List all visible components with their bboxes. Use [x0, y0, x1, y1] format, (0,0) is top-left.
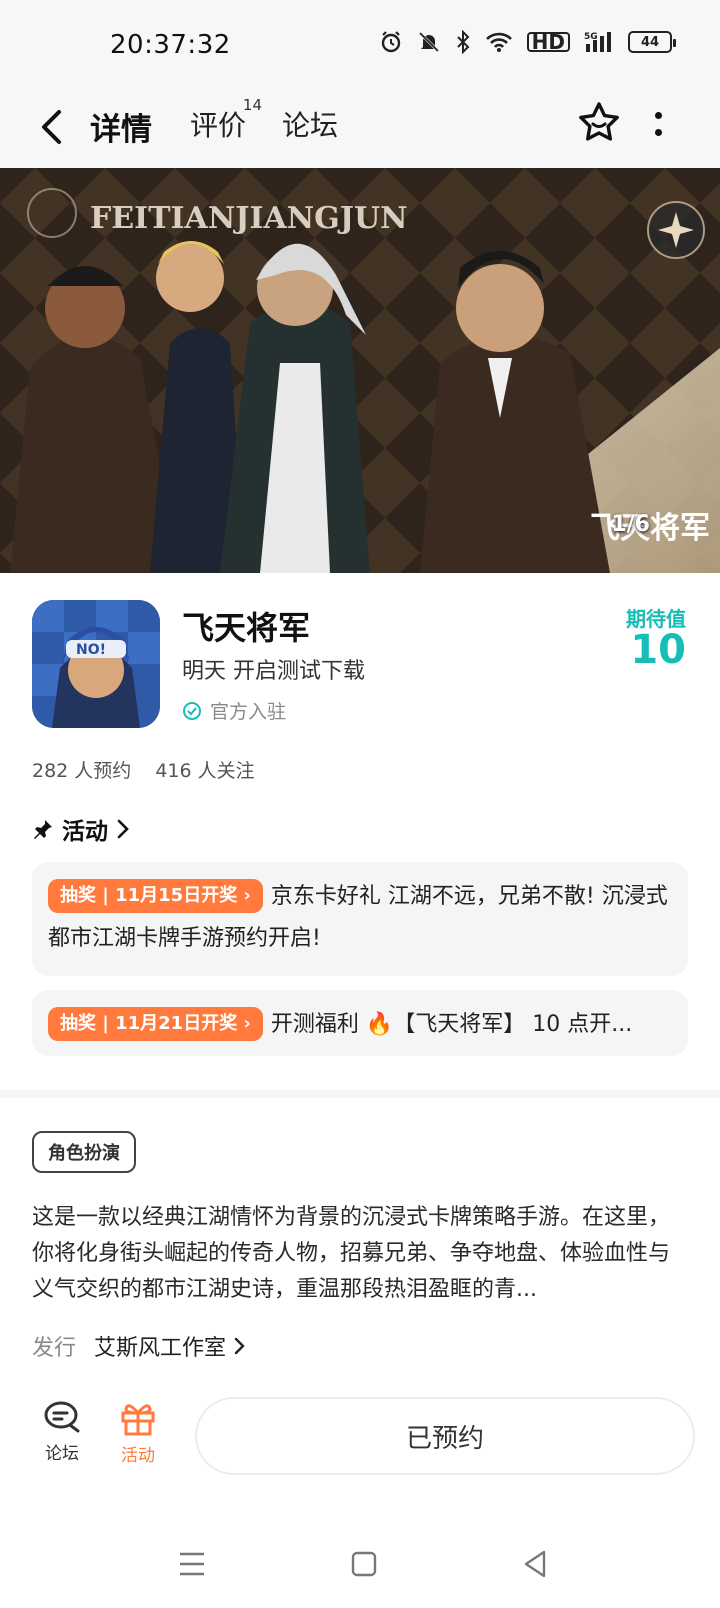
genre-tag[interactable]: 角色扮演 [32, 1131, 136, 1173]
publisher-name: 艾斯风工作室 [94, 1336, 227, 1361]
official-badge: 官方入驻 [182, 697, 286, 724]
activity-section-header[interactable]: 活动 [32, 812, 130, 846]
game-description[interactable]: 这是一款以经典江湖情怀为背景的沉浸式卡牌策略手游。在这里，你将化身街头崛起的传奇… [32, 1200, 688, 1308]
game-app-icon: NO! [32, 600, 160, 728]
chevron-right-icon [117, 819, 129, 839]
game-release-info: 明天 开启测试下载 [182, 659, 365, 684]
reservation-count: 282 人预约 [32, 760, 132, 782]
back-button[interactable] [32, 102, 72, 152]
expect-value: 10 [630, 627, 686, 673]
check-circle-icon [183, 701, 201, 720]
more-dot [654, 112, 662, 119]
activity-badge: 抽奖 | 11月15日开奖 › [48, 879, 263, 913]
pin-icon [34, 820, 52, 839]
system-nav-bar [0, 1520, 720, 1608]
activity-badge-label: 抽奖 | 11月15日开奖 [60, 885, 238, 906]
favorite-button[interactable] [576, 100, 622, 146]
bluetooth-icon [455, 30, 471, 54]
tab-detail-label: 详情 [90, 112, 152, 148]
follower-count: 416 人关注 [155, 760, 255, 782]
mute-bell-icon [417, 30, 441, 54]
chat-bubble-icon [44, 1401, 80, 1433]
game-title: 飞天将军 [182, 609, 311, 647]
activity-card[interactable]: 抽奖 | 11月21日开奖 › 开测福利 🔥【飞天将军】 10 点开... [32, 990, 688, 1056]
bottom-activity-button[interactable]: 活动 [108, 1399, 168, 1466]
section-divider [0, 1090, 720, 1098]
tab-forum-label: 论坛 [282, 109, 339, 142]
svg-text:NO!: NO! [76, 642, 106, 658]
publisher-row[interactable]: 发行 艾斯风工作室 [32, 1330, 248, 1362]
battery-indicator: 44 [628, 31, 676, 53]
more-dot [654, 129, 662, 136]
back-triangle-icon [524, 1550, 546, 1578]
gift-icon [121, 1404, 155, 1436]
official-label: 官方入驻 [210, 701, 287, 723]
system-back-button[interactable] [516, 1544, 556, 1584]
rating-count-badge: 14 [242, 96, 263, 114]
menu-icon [180, 1552, 204, 1576]
alarm-icon [379, 30, 403, 54]
tab-forum[interactable]: 论坛 [282, 104, 338, 144]
status-time: 20:37:32 [110, 30, 231, 60]
bottom-action-bar: 论坛 活动 已预约 [0, 1385, 720, 1495]
banner-page-counter: 1/6 [611, 512, 650, 537]
bottom-forum-label: 论坛 [45, 1444, 79, 1464]
banner-logo-text: 飞天将军 [590, 511, 710, 546]
reserved-button[interactable]: 已预约 [195, 1397, 695, 1475]
star-face-icon [579, 102, 619, 141]
game-stats: 282 人预约 416 人关注 [32, 756, 255, 783]
bottom-activity-label: 活动 [121, 1446, 155, 1466]
home-square-icon [351, 1551, 377, 1577]
chevron-right-icon [234, 1337, 245, 1355]
tab-detail[interactable]: 详情 [86, 104, 156, 149]
tab-rating-label: 评价 [190, 109, 247, 142]
tab-rating[interactable]: 评价 14 [190, 96, 262, 144]
activity-card[interactable]: 抽奖 | 11月15日开奖 › 京东卡好礼 江湖不远，兄弟不散! 沉浸式都市江湖卡… [32, 862, 688, 976]
bottom-forum-button[interactable]: 论坛 [32, 1399, 92, 1464]
more-options-button[interactable] [648, 104, 668, 144]
activity-badge-label: 抽奖 | 11月21日开奖 [60, 1013, 238, 1034]
banner-title-text: FEITIANJIANGJUN [90, 201, 408, 236]
activity-badge: 抽奖 | 11月21日开奖 › [48, 1007, 263, 1041]
signal-icon: 5G [584, 30, 614, 54]
activity-text: 开测福利 🔥【飞天将军】 10 点开... [270, 1012, 633, 1037]
activity-heading: 活动 [62, 819, 108, 845]
system-home-button[interactable] [344, 1544, 384, 1584]
game-header: NO! 飞天将军 明天 开启测试下载 官方入驻 期待值 10 282 人预约 4… [0, 573, 720, 793]
top-nav-bar: 详情 评价 14 论坛 [0, 90, 720, 168]
hd-badge: HD [526, 32, 570, 52]
chevron-left-icon [42, 110, 61, 144]
status-icons: HD 5G 44 [379, 30, 676, 54]
system-menu-button[interactable] [172, 1544, 212, 1584]
banner-carousel[interactable]: FEITIANJIANGJUN 飞天将军 1/6 [0, 168, 720, 573]
publisher-label: 发行 [32, 1336, 77, 1361]
wifi-icon [485, 31, 513, 53]
status-bar: 20:37:32 HD 5G 44 [0, 0, 720, 90]
